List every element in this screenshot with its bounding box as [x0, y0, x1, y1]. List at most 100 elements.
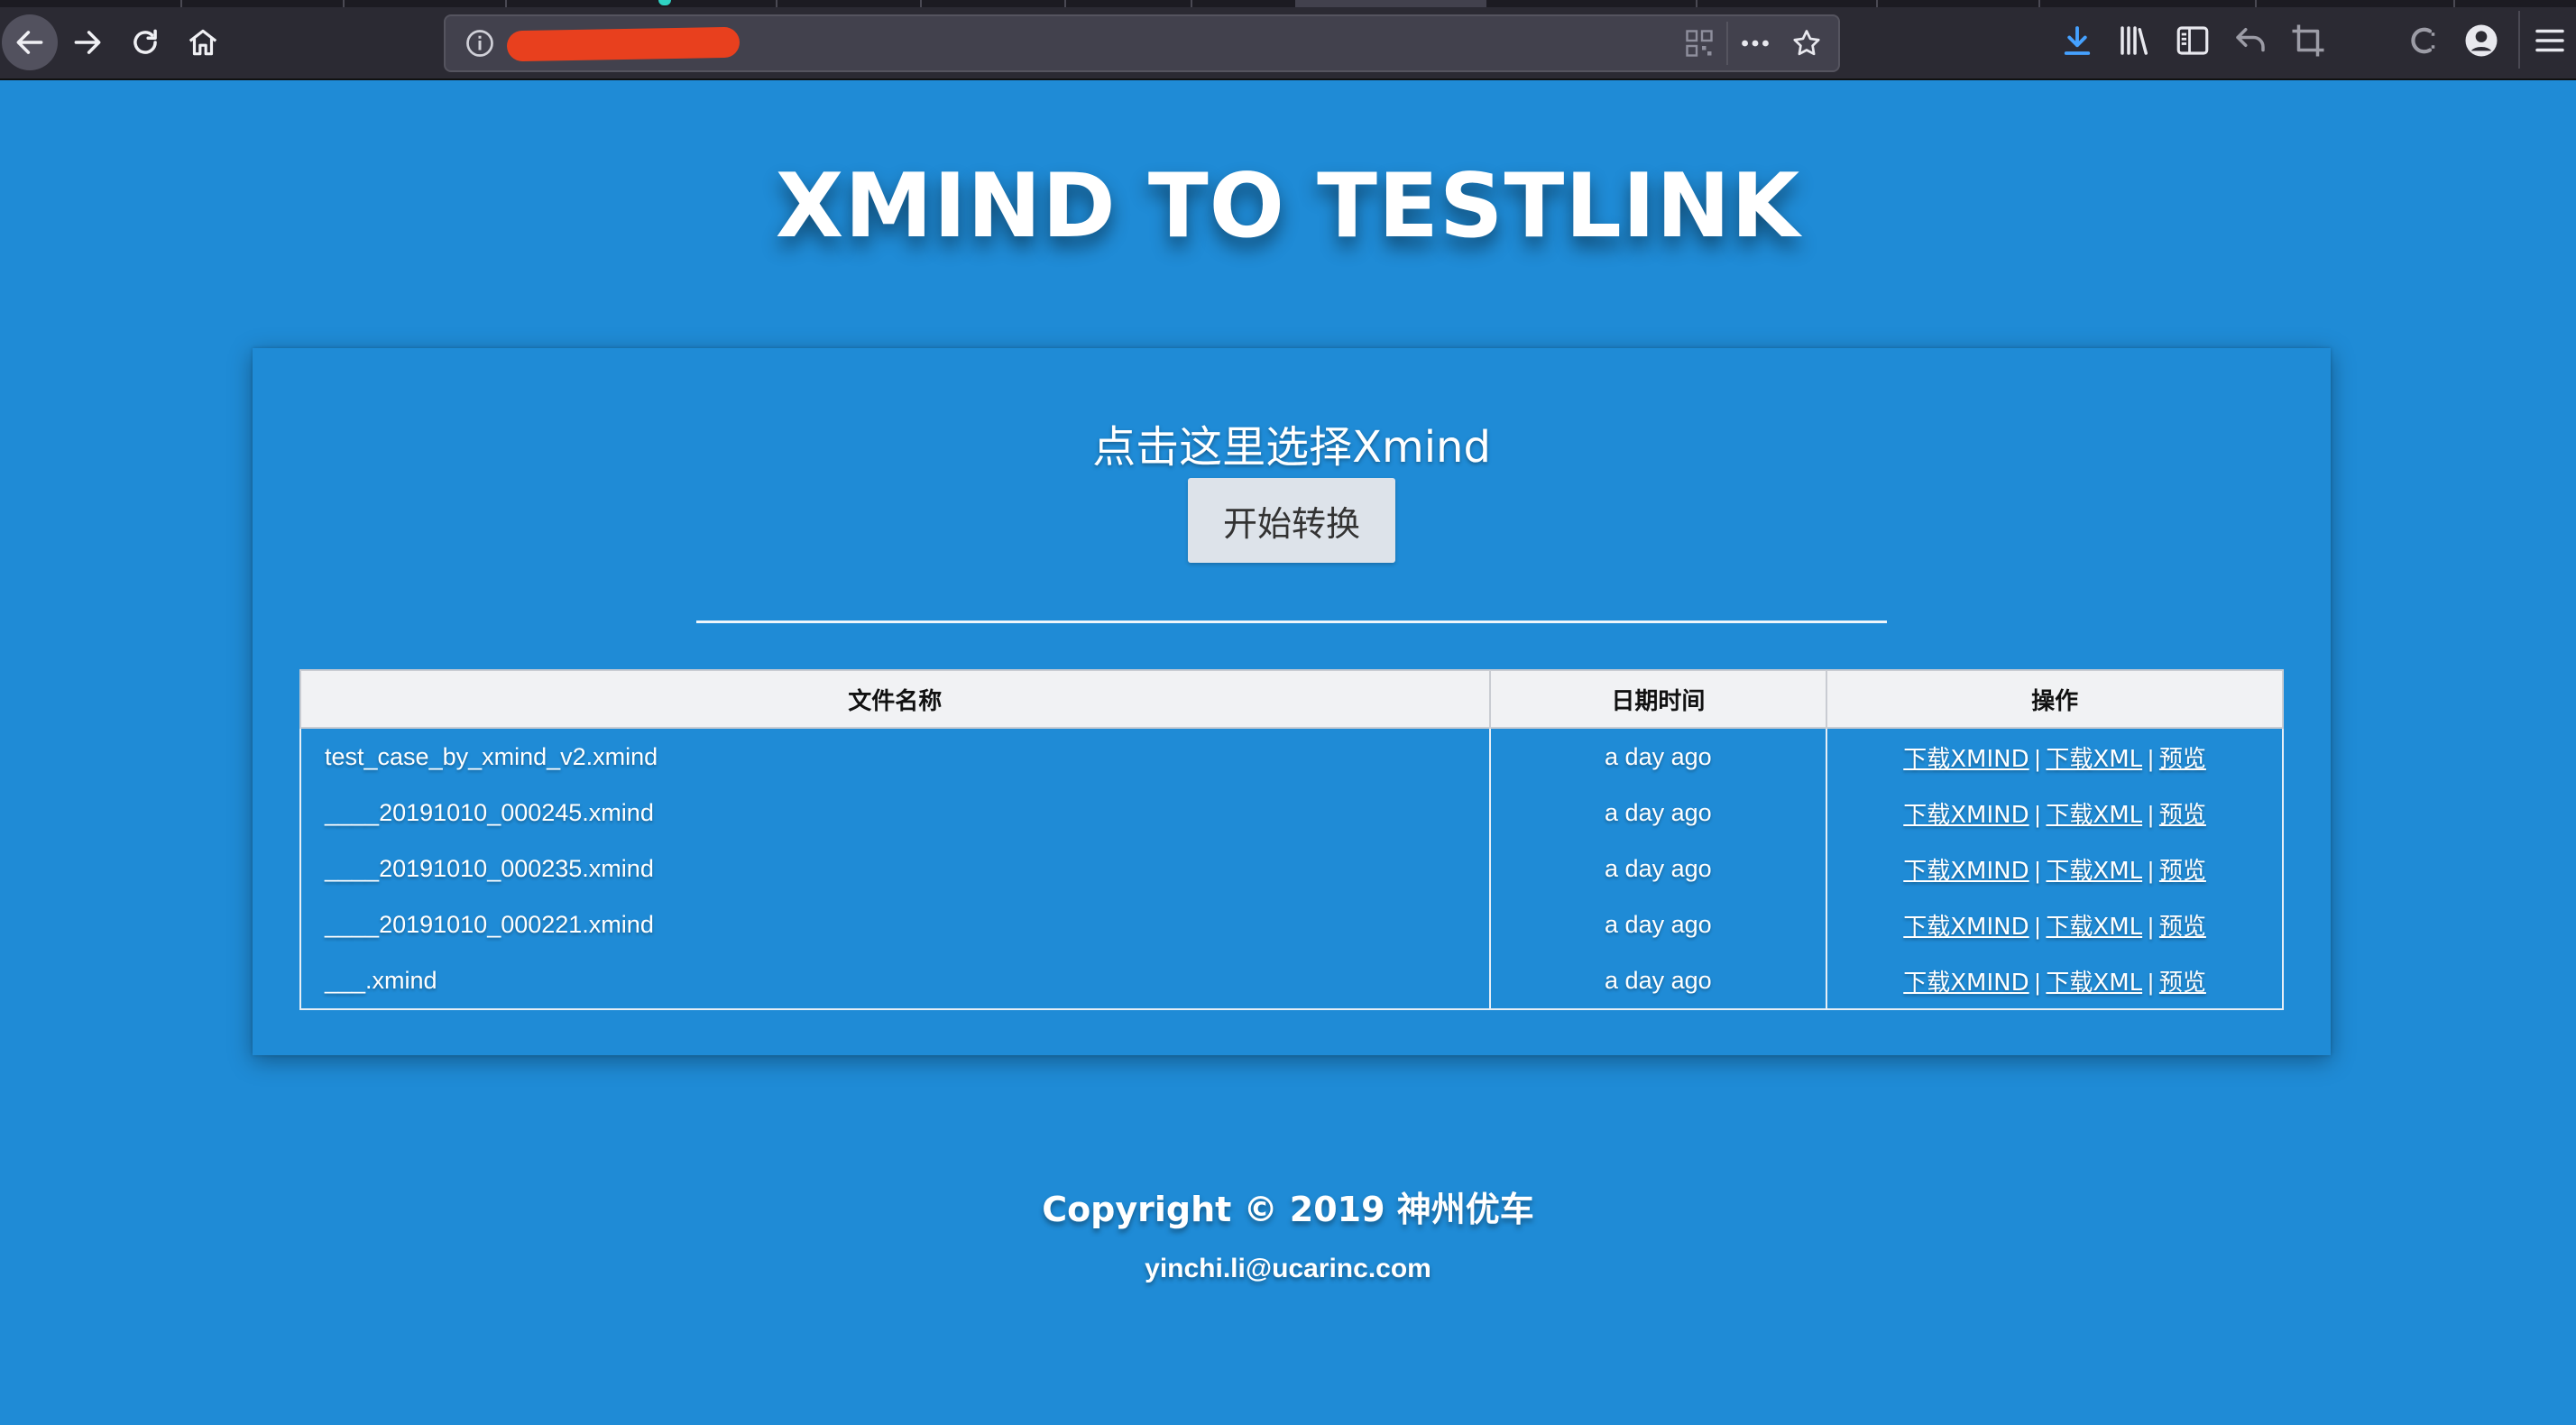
- link-separator: |: [2148, 856, 2154, 884]
- link-separator: |: [2148, 912, 2154, 940]
- home-icon: [189, 29, 217, 56]
- undo-button[interactable]: [2231, 22, 2269, 60]
- toolbar-divider: [2518, 11, 2520, 69]
- date-cell: a day ago: [1488, 841, 1828, 896]
- extension-icon: [2411, 27, 2435, 54]
- download-xml-link[interactable]: 下载XML: [2046, 802, 2142, 829]
- link-separator: |: [2148, 744, 2154, 772]
- tab-divider: [1191, 0, 1192, 7]
- tab-divider: [180, 0, 182, 7]
- table-row: test_case_by_xmind_v2.xmind a day ago 下载…: [299, 728, 2284, 785]
- address-bar[interactable]: [444, 14, 1840, 72]
- preview-link[interactable]: 预览: [2159, 746, 2206, 773]
- choose-xmind-file[interactable]: 点击这里选择Xmind: [253, 411, 2331, 474]
- account-button[interactable]: [2462, 22, 2500, 60]
- footer-email: yinchi.li@ucarinc.com: [1145, 1254, 1431, 1283]
- start-convert-button[interactable]: 开始转换: [1188, 478, 1395, 563]
- tab-active[interactable]: [1295, 0, 1486, 7]
- tab-divider: [343, 0, 345, 7]
- page-title: XMIND TO TESTLINK: [775, 155, 1801, 258]
- operations-cell: 下载XMIND | 下载XML | 预览: [1826, 896, 2284, 952]
- operations-cell: 下载XMIND | 下载XML | 预览: [1826, 952, 2284, 1009]
- home-button[interactable]: [175, 14, 231, 70]
- reload-button[interactable]: [117, 14, 173, 70]
- link-separator: |: [2148, 800, 2154, 828]
- download-xml-link[interactable]: 下载XML: [2046, 858, 2142, 885]
- qr-code-icon[interactable]: [1683, 27, 1716, 60]
- table-row: ___.xmind a day ago 下载XMIND | 下载XML | 预览: [299, 952, 2284, 1009]
- tab-divider: [505, 0, 507, 7]
- footer-copyright: Copyright © 2019 神州优车: [1042, 1190, 1534, 1229]
- arrow-right-icon: [74, 31, 101, 54]
- date-cell: a day ago: [1488, 896, 1828, 952]
- download-xml-link[interactable]: 下载XML: [2046, 914, 2142, 941]
- file-table: 文件名称 日期时间 操作 test_case_by_xmind_v2.xmind…: [299, 669, 2284, 1010]
- more-dots-icon[interactable]: [1737, 27, 1773, 60]
- link-separator: |: [2148, 968, 2154, 996]
- download-button[interactable]: [2058, 22, 2096, 60]
- tab-divider: [920, 0, 922, 7]
- account-icon: [2465, 24, 2498, 57]
- operations-cell: 下载XMIND | 下载XML | 预览: [1826, 785, 2284, 841]
- link-separator: |: [2034, 800, 2041, 828]
- download-xml-link[interactable]: 下载XML: [2046, 746, 2142, 773]
- screenshot-button[interactable]: [2289, 22, 2327, 60]
- menu-button[interactable]: [2531, 22, 2569, 60]
- library-button[interactable]: [2116, 22, 2154, 60]
- library-icon: [2121, 26, 2148, 55]
- preview-link[interactable]: 预览: [2159, 970, 2206, 997]
- table-row: ____20191010_000235.xmind a day ago 下载XM…: [299, 841, 2284, 896]
- arrow-left-icon: [16, 31, 43, 54]
- download-icon: [2064, 26, 2091, 55]
- header-file-name: 文件名称: [299, 669, 1491, 729]
- operations-cell: 下载XMIND | 下载XML | 预览: [1826, 841, 2284, 896]
- file-name-cell: ____20191010_000221.xmind: [299, 896, 1491, 952]
- crop-icon: [2292, 24, 2324, 57]
- tab-divider: [2038, 0, 2040, 7]
- hamburger-menu-icon: [2535, 29, 2564, 52]
- extension-button[interactable]: [2405, 22, 2443, 60]
- link-separator: |: [2034, 856, 2041, 884]
- table-row: ____20191010_000245.xmind a day ago 下载XM…: [299, 785, 2284, 841]
- browser-toolbar: [0, 0, 2576, 80]
- table-header-row: 文件名称 日期时间 操作: [299, 669, 2284, 729]
- tab-divider: [776, 0, 777, 7]
- table-row: ____20191010_000221.xmind a day ago 下载XM…: [299, 896, 2284, 952]
- header-date-time: 日期时间: [1488, 669, 1828, 729]
- tab-divider: [2453, 0, 2455, 7]
- file-name-cell: ___.xmind: [299, 952, 1491, 1009]
- forward-button[interactable]: [60, 14, 115, 70]
- download-xmind-link[interactable]: 下载XMIND: [1903, 858, 2029, 885]
- url-redaction-mark: [506, 26, 741, 62]
- header-operations: 操作: [1826, 669, 2284, 729]
- preview-link[interactable]: 预览: [2159, 802, 2206, 829]
- link-separator: |: [2034, 968, 2041, 996]
- tab-strip: [0, 0, 2576, 7]
- reload-icon: [133, 29, 157, 54]
- info-icon[interactable]: [464, 27, 496, 60]
- undo-icon: [2236, 28, 2265, 52]
- file-name-cell: ____20191010_000235.xmind: [299, 841, 1491, 896]
- sidebar-icon: [2176, 26, 2209, 55]
- star-icon[interactable]: [1789, 27, 1824, 60]
- download-xmind-link[interactable]: 下载XMIND: [1903, 802, 2029, 829]
- download-xmind-link[interactable]: 下载XMIND: [1903, 970, 2029, 997]
- divider-line: [696, 621, 1887, 623]
- download-xmind-link[interactable]: 下载XMIND: [1903, 746, 2029, 773]
- tab-divider: [1064, 0, 1066, 7]
- date-cell: a day ago: [1488, 728, 1828, 785]
- preview-link[interactable]: 预览: [2159, 858, 2206, 885]
- download-xmind-link[interactable]: 下载XMIND: [1903, 914, 2029, 941]
- sidebar-button[interactable]: [2174, 22, 2212, 60]
- tab-divider: [1876, 0, 1878, 7]
- download-xml-link[interactable]: 下载XML: [2046, 970, 2142, 997]
- preview-link[interactable]: 预览: [2159, 914, 2206, 941]
- tab-divider: [2255, 0, 2257, 7]
- file-name-cell: test_case_by_xmind_v2.xmind: [299, 728, 1491, 785]
- back-button[interactable]: [2, 14, 58, 70]
- date-cell: a day ago: [1488, 952, 1828, 1009]
- link-separator: |: [2034, 744, 2041, 772]
- urlbar-separator: [1726, 22, 1728, 65]
- file-name-cell: ____20191010_000245.xmind: [299, 785, 1491, 841]
- link-separator: |: [2034, 912, 2041, 940]
